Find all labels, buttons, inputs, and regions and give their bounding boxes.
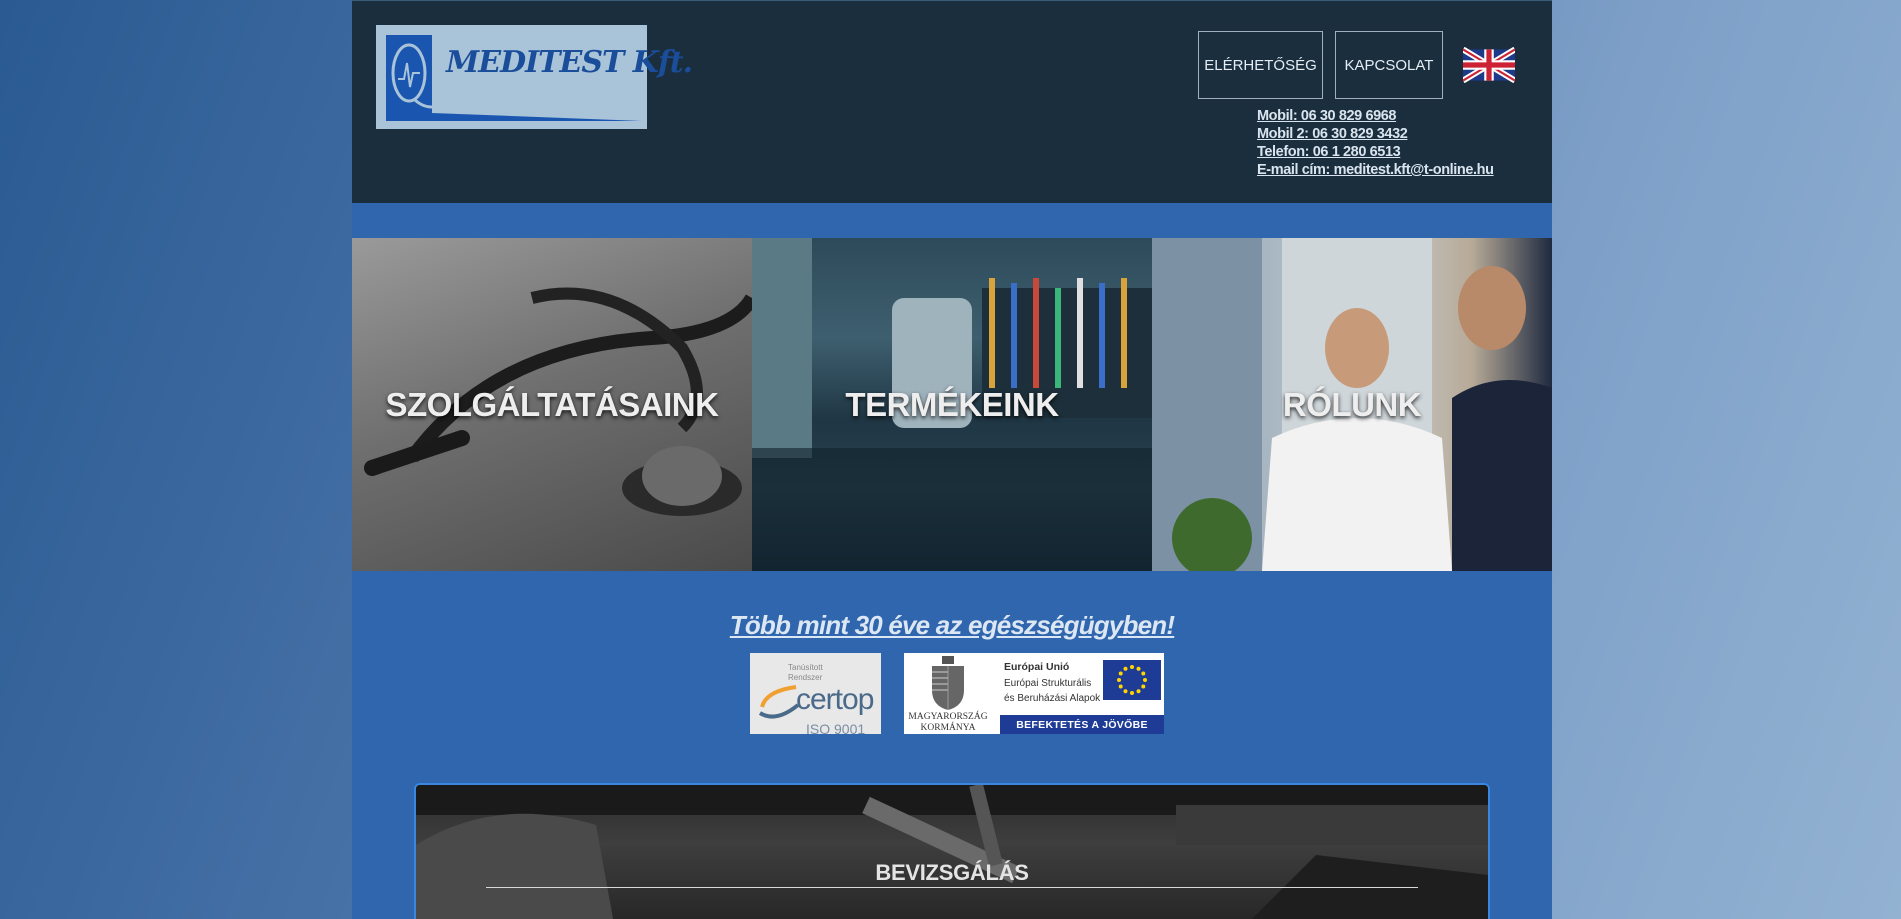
tile-services[interactable]: SZOLGÁLTATÁSAINK: [352, 238, 752, 571]
eu-heading: Európai Unió: [1004, 661, 1070, 673]
tile-services-label: SZOLGÁLTATÁSAINK: [385, 385, 719, 423]
iso-certificate-badge: Tanúsított Rendszer certop ISO 9001: [750, 653, 881, 734]
certop-swoosh-icon: [758, 685, 800, 719]
contact-details: Mobil: 06 30 829 6968 Mobil 2: 06 30 829…: [1257, 107, 1494, 179]
inspection-panel[interactable]: BEVIZSGÁLÁS: [414, 783, 1490, 919]
tile-about-label: RÓLUNK: [1282, 385, 1422, 423]
tile-products[interactable]: TERMÉKEINK: [752, 238, 1152, 571]
email-link[interactable]: E-mail cím: meditest.kft@t-online.hu: [1257, 161, 1494, 179]
page-container: MEDITEST Kft. ELÉRHETŐSÉG KAPCSOLAT Mobi…: [352, 0, 1552, 919]
lab-equipment-image: [416, 785, 1488, 919]
company-logo[interactable]: MEDITEST Kft.: [376, 25, 693, 129]
government-line2: KORMÁNYA: [920, 723, 976, 733]
uk-flag-icon[interactable]: [1463, 47, 1515, 83]
category-tiles: SZOLGÁLTATÁSAINK TERMÉKEINK RÓLUNK: [352, 238, 1552, 571]
eu-funding-badge: MAGYARORSZÁG KORMÁNYA Európai Unió Európ…: [904, 653, 1164, 734]
nav-contact-button[interactable]: KAPCSOLAT: [1335, 31, 1443, 99]
iso-standard: ISO 9001: [806, 721, 866, 734]
eu-slogan-bar: BEFEKTETÉS A JÖVŐBE: [1000, 715, 1164, 734]
hungarian-coat-of-arms-icon: [932, 656, 964, 710]
site-header: MEDITEST Kft. ELÉRHETŐSÉG KAPCSOLAT Mobi…: [352, 0, 1552, 203]
mobile-link[interactable]: Mobil: 06 30 829 6968: [1257, 107, 1494, 125]
mobile2-link[interactable]: Mobil 2: 06 30 829 3432: [1257, 125, 1494, 143]
logo-text: MEDITEST Kft.: [446, 45, 693, 80]
government-line1: MAGYARORSZÁG: [908, 712, 988, 722]
eu-funds-line2: és Beruházási Alapok: [1004, 693, 1101, 704]
tagline: Több mint 30 éve az egészségügyben!: [729, 610, 1175, 640]
nav-availability-button[interactable]: ELÉRHETŐSÉG: [1198, 31, 1323, 99]
certop-brand: certop: [796, 683, 874, 716]
tile-products-label: TERMÉKEINK: [845, 385, 1059, 423]
iso-subtitle: Tanúsított Rendszer: [788, 663, 823, 682]
eu-funds-line1: Európai Strukturális: [1004, 678, 1092, 689]
panel-title: BEVIZSGÁLÁS: [875, 860, 1029, 885]
panel-divider: [486, 887, 1418, 888]
phone-link[interactable]: Telefon: 06 1 280 6513: [1257, 143, 1494, 161]
tile-about[interactable]: RÓLUNK: [1152, 238, 1552, 571]
eu-flag-icon: [1103, 660, 1161, 700]
